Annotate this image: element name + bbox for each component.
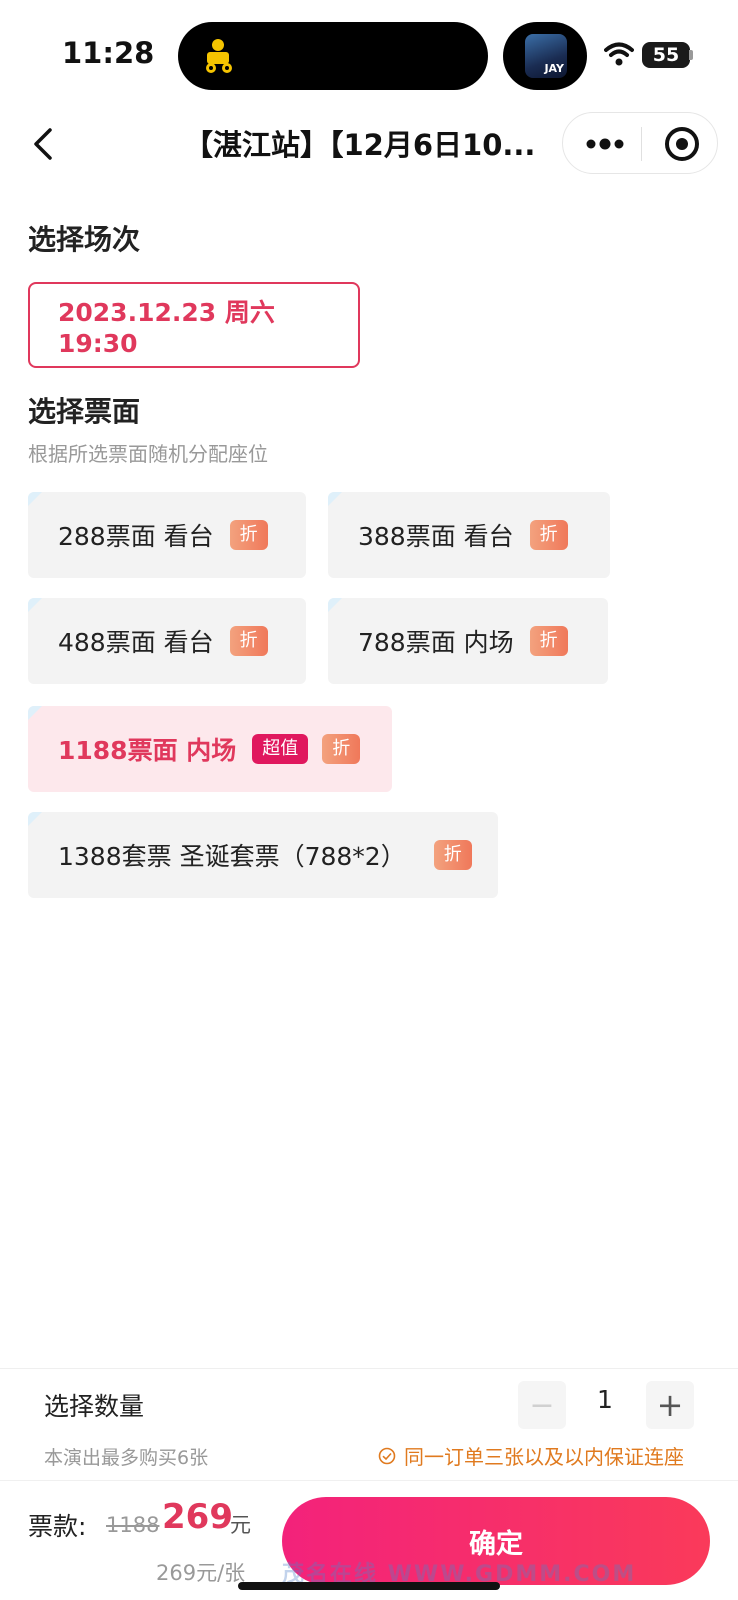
discount-badge: 折 xyxy=(322,734,361,764)
wifi-icon xyxy=(604,42,634,66)
increase-button[interactable]: + xyxy=(646,1381,694,1429)
value-badge: 超值 xyxy=(252,734,309,764)
back-icon[interactable] xyxy=(26,122,62,166)
original-price: 1188 xyxy=(106,1513,160,1537)
album-art-thumbnail: JAY xyxy=(525,34,567,78)
ticket-option[interactable]: 388票面 看台 折 xyxy=(328,492,610,578)
status-bar: 11:28 JAY 55 xyxy=(0,0,738,100)
ticket-option[interactable]: 1388套票 圣诞套票（788*2） 折 xyxy=(28,812,498,898)
ticket-hint: 根据所选票面随机分配座位 xyxy=(28,442,268,466)
ticket-option[interactable]: 488票面 看台 折 xyxy=(28,598,306,684)
close-miniprogram-icon[interactable] xyxy=(663,125,701,163)
discount-badge: 折 xyxy=(529,520,568,550)
miniprogram-capsule xyxy=(562,112,718,174)
purchase-limit-note: 本演出最多购买6张 xyxy=(44,1447,209,1469)
ticket-heading: 选择票面 xyxy=(28,395,141,428)
ticket-option-selected[interactable]: 1188票面 内场 超值 折 xyxy=(28,706,392,792)
seat-guarantee-note: 同一订单三张以及以内保证连座 xyxy=(378,1441,684,1470)
ticket-label: 388票面 看台 xyxy=(358,522,514,551)
price-per-ticket: 269元/张 xyxy=(156,1561,246,1585)
live-activity-pill: JAY xyxy=(503,22,587,90)
discount-badge: 折 xyxy=(229,520,268,550)
more-icon[interactable] xyxy=(581,129,629,159)
discount-badge: 折 xyxy=(433,840,472,870)
session-option-selected[interactable]: 2023.12.23 周六 19:30 xyxy=(28,282,360,368)
battery-indicator: 55 xyxy=(642,42,690,68)
ticket-option[interactable]: 788票面 内场 折 xyxy=(328,598,608,684)
check-circle-icon xyxy=(378,1447,396,1464)
battery-tip xyxy=(689,50,693,60)
discount-badge: 折 xyxy=(529,626,568,656)
delivery-app-icon xyxy=(206,39,232,73)
quantity-panel: 选择数量 本演出最多购买6张 − 1 + 同一订单三张以及以内保证连座 xyxy=(0,1368,738,1480)
ticket-label: 488票面 看台 xyxy=(58,628,214,657)
price-unit: 元 xyxy=(230,1513,251,1537)
ticket-option[interactable]: 288票面 看台 折 xyxy=(28,492,306,578)
status-time: 11:28 xyxy=(62,36,155,70)
current-price: 269 xyxy=(162,1497,233,1537)
quantity-title: 选择数量 xyxy=(44,1392,145,1421)
decrease-button[interactable]: − xyxy=(518,1381,566,1429)
seat-guarantee-text: 同一订单三张以及以内保证连座 xyxy=(404,1445,684,1469)
quantity-value: 1 xyxy=(597,1385,613,1414)
session-heading: 选择场次 xyxy=(28,223,141,256)
page-title: 【湛江站】【12月6日10... xyxy=(184,128,536,162)
discount-badge: 折 xyxy=(229,626,268,656)
capsule-divider xyxy=(641,127,642,161)
price-label: 票款: xyxy=(28,1512,87,1541)
ticket-label: 788票面 内场 xyxy=(358,628,514,657)
nav-bar: 【湛江站】【12月6日10... xyxy=(0,100,738,188)
ticket-label: 288票面 看台 xyxy=(58,522,214,551)
ticket-label: 1188票面 内场 xyxy=(58,736,237,765)
dynamic-island xyxy=(178,22,488,90)
home-indicator xyxy=(238,1582,500,1590)
ticket-label: 1388套票 圣诞套票（788*2） xyxy=(58,842,406,871)
